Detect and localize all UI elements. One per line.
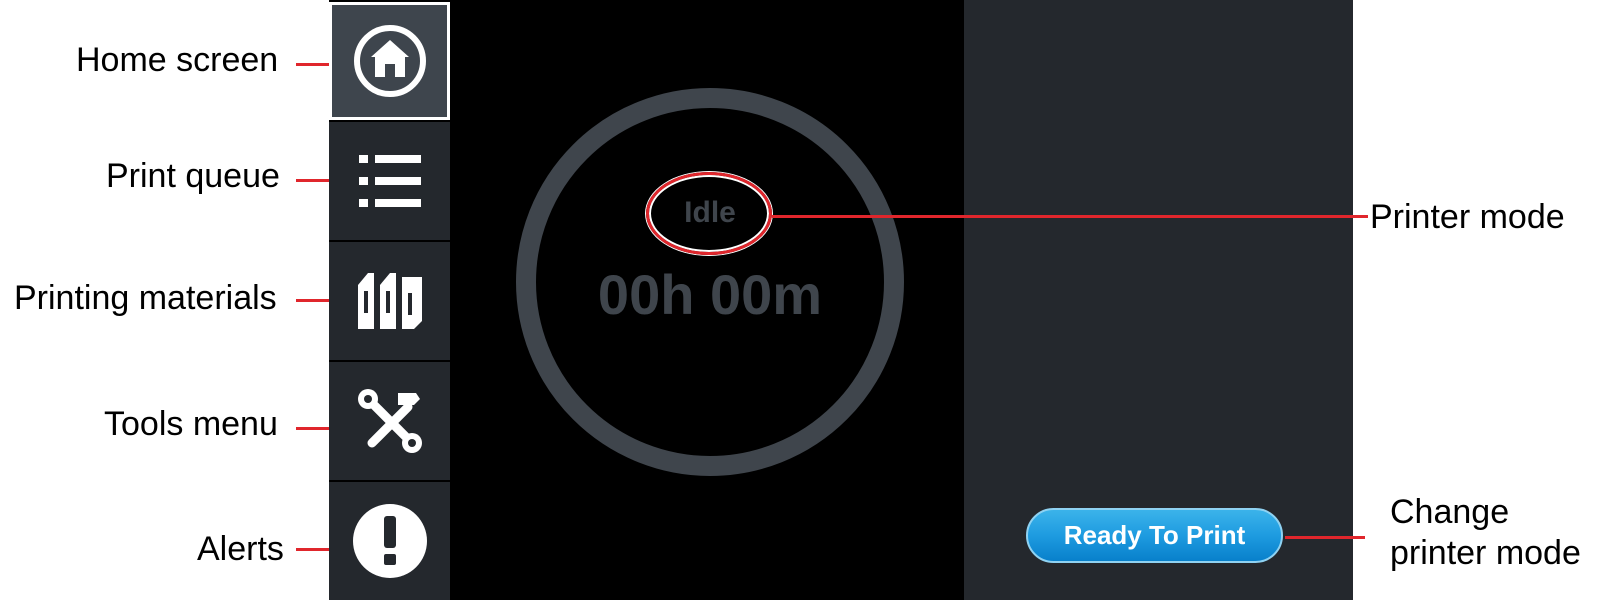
printing-materials-button[interactable]: [329, 242, 450, 360]
alerts-button[interactable]: [329, 482, 450, 600]
print-queue-button[interactable]: [329, 122, 450, 240]
callout-printing-materials: Printing materials: [14, 279, 277, 317]
list-icon: [358, 155, 421, 207]
tools-icon: [357, 389, 422, 453]
alert-icon: [352, 504, 427, 578]
printer-mode-status: Idle: [684, 196, 736, 229]
callout-change-mode-line2: printer mode: [1390, 534, 1581, 572]
print-time-remaining: 00h 00m: [597, 263, 823, 326]
sidebar: [329, 0, 450, 600]
home-icon: [353, 25, 426, 97]
callout-change-mode-line1: Change: [1390, 493, 1510, 531]
materials-icon: [357, 273, 422, 329]
leader-line-printer-mode: [772, 215, 1368, 218]
callout-printer-mode: Printer mode: [1370, 198, 1565, 236]
callout-tools-menu: Tools menu: [104, 405, 278, 443]
tools-menu-button[interactable]: [329, 362, 450, 480]
ready-to-print-button[interactable]: Ready To Print: [1026, 508, 1283, 563]
callout-home-screen: Home screen: [76, 41, 279, 79]
leader-line-change-mode: [1285, 536, 1365, 539]
callout-alerts: Alerts: [197, 530, 284, 568]
home-screen-button[interactable]: [329, 2, 450, 120]
callout-print-queue: Print queue: [106, 157, 280, 195]
